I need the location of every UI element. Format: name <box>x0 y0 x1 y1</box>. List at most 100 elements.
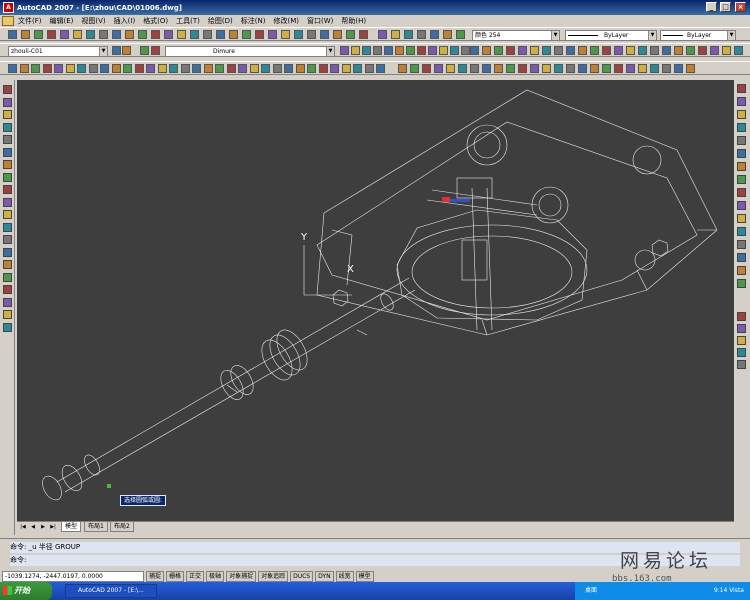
modify-tool-icon[interactable] <box>737 110 746 119</box>
modeling-tool-icon[interactable] <box>215 64 224 73</box>
standard-tool-icon[interactable] <box>307 30 316 39</box>
layers-tool-icon[interactable] <box>614 46 623 55</box>
layer-select[interactable]: zhouli-C01 ▼ <box>8 46 108 57</box>
otrack-toggle[interactable]: 对象追踪 <box>258 570 289 582</box>
modify-tool-icon[interactable] <box>737 336 746 345</box>
tab-model[interactable]: 模型 <box>61 522 82 532</box>
modeling-tool-icon[interactable] <box>518 64 527 73</box>
draw-tool-icon[interactable] <box>3 222 12 232</box>
menu-dimension[interactable]: 标注(N) <box>237 16 270 26</box>
standard-tool-icon[interactable] <box>456 30 465 39</box>
modeling-tool-icon[interactable] <box>19 64 29 73</box>
draw-tool-icon[interactable] <box>3 285 12 294</box>
modify-tool-icon[interactable] <box>737 348 746 357</box>
modeling-tool-icon[interactable] <box>249 64 259 73</box>
modeling-tool-icon[interactable] <box>261 64 270 73</box>
standard-tool-icon[interactable] <box>242 30 251 39</box>
modify-tool-icon[interactable] <box>737 312 746 321</box>
layer-state-select[interactable]: Dimure ▼ <box>165 46 335 57</box>
standard-tool-icon[interactable] <box>255 30 264 39</box>
draw-tool-icon[interactable] <box>3 235 12 244</box>
layers-tool-icon[interactable] <box>698 46 707 55</box>
layers-tool-icon[interactable] <box>406 46 415 55</box>
modeling-tool-icon[interactable] <box>31 64 40 73</box>
minimize-button[interactable]: _ <box>706 2 717 12</box>
standard-tool-icon[interactable] <box>190 30 199 39</box>
modeling-tool-icon[interactable] <box>203 64 213 73</box>
modify-tool-icon[interactable] <box>737 175 746 184</box>
modeling-tool-icon[interactable] <box>42 64 52 73</box>
layers-tool-icon[interactable] <box>662 46 671 55</box>
modeling-tool-icon[interactable] <box>284 64 293 73</box>
modeling-tool-icon[interactable] <box>376 64 385 73</box>
modeling-tool-icon[interactable] <box>602 64 611 73</box>
layers-tool-icon[interactable] <box>734 46 743 55</box>
standard-tool-icon[interactable] <box>216 30 225 39</box>
modify-tool-icon[interactable] <box>737 84 746 93</box>
modeling-tool-icon[interactable] <box>470 64 479 73</box>
draw-tool-icon[interactable] <box>3 297 12 307</box>
standard-tool-icon[interactable] <box>333 30 342 39</box>
layers-tool-icon[interactable] <box>506 46 515 55</box>
draw-tool-icon[interactable] <box>3 197 12 207</box>
modeling-tool-icon[interactable] <box>238 64 247 73</box>
layers-tool-icon[interactable] <box>140 46 149 55</box>
standard-tool-icon[interactable] <box>47 30 56 39</box>
layers-tool-icon[interactable] <box>122 46 131 55</box>
document-icon[interactable] <box>2 16 14 26</box>
modeling-tool-icon[interactable] <box>482 64 491 73</box>
modeling-tool-icon[interactable] <box>341 64 351 73</box>
modeling-tool-icon[interactable] <box>157 64 167 73</box>
menu-file[interactable]: 文件(F) <box>14 16 46 26</box>
layers-tool-icon[interactable] <box>384 46 393 55</box>
modeling-tool-icon[interactable] <box>626 64 635 73</box>
modeling-tool-icon[interactable] <box>686 64 695 73</box>
ducs-toggle[interactable]: DUCS <box>290 570 314 582</box>
menu-insert[interactable]: 插入(I) <box>110 16 140 26</box>
draw-tool-icon[interactable] <box>3 147 12 157</box>
modeling-tool-icon[interactable] <box>506 64 515 73</box>
menu-format[interactable]: 格式(O) <box>139 16 172 26</box>
color-select[interactable]: 颜色 254 ▼ <box>472 30 560 41</box>
draw-tool-icon[interactable] <box>3 160 12 169</box>
standard-tool-icon[interactable] <box>378 30 387 39</box>
modeling-tool-icon[interactable] <box>330 64 339 73</box>
modify-tool-icon[interactable] <box>737 253 746 262</box>
standard-tool-icon[interactable] <box>294 30 303 39</box>
close-button[interactable]: × <box>735 2 746 12</box>
modeling-tool-icon[interactable] <box>307 64 316 73</box>
layers-tool-icon[interactable] <box>494 46 503 55</box>
menu-tools[interactable]: 工具(T) <box>172 16 204 26</box>
layers-tool-icon[interactable] <box>482 46 491 55</box>
layers-tool-icon[interactable] <box>530 46 539 55</box>
draw-tool-icon[interactable] <box>3 122 12 132</box>
modeling-tool-icon[interactable] <box>446 64 455 73</box>
layers-tool-icon[interactable] <box>373 46 382 55</box>
modeling-tool-icon[interactable] <box>398 64 407 73</box>
standard-tool-icon[interactable] <box>203 30 212 39</box>
first-tab-button[interactable]: |◀ <box>19 523 27 531</box>
layers-tool-icon[interactable] <box>554 46 563 55</box>
draw-tool-icon[interactable] <box>3 185 12 194</box>
modeling-tool-icon[interactable] <box>650 64 659 73</box>
modeling-tool-icon[interactable] <box>674 64 683 73</box>
modeling-tool-icon[interactable] <box>662 64 671 73</box>
modify-tool-icon[interactable] <box>737 240 746 249</box>
layers-tool-icon[interactable] <box>112 46 121 55</box>
standard-tool-icon[interactable] <box>151 30 160 39</box>
layers-tool-icon[interactable] <box>428 46 437 55</box>
modeling-tool-icon[interactable] <box>123 64 132 73</box>
layers-tool-icon[interactable] <box>722 46 731 55</box>
standard-tool-icon[interactable] <box>443 30 452 39</box>
modeling-tool-icon[interactable] <box>494 64 503 73</box>
draw-tool-icon[interactable] <box>3 210 12 219</box>
modeling-tool-icon[interactable] <box>111 64 121 73</box>
draw-tool-icon[interactable] <box>3 310 12 319</box>
standard-tool-icon[interactable] <box>112 30 121 39</box>
menu-window[interactable]: 窗口(W) <box>303 16 337 26</box>
layers-tool-icon[interactable] <box>566 46 575 55</box>
menu-edit[interactable]: 编辑(E) <box>46 16 78 26</box>
modeling-tool-icon[interactable] <box>272 64 282 73</box>
modify-tool-icon[interactable] <box>737 360 746 369</box>
modify-tool-icon[interactable] <box>737 188 746 197</box>
